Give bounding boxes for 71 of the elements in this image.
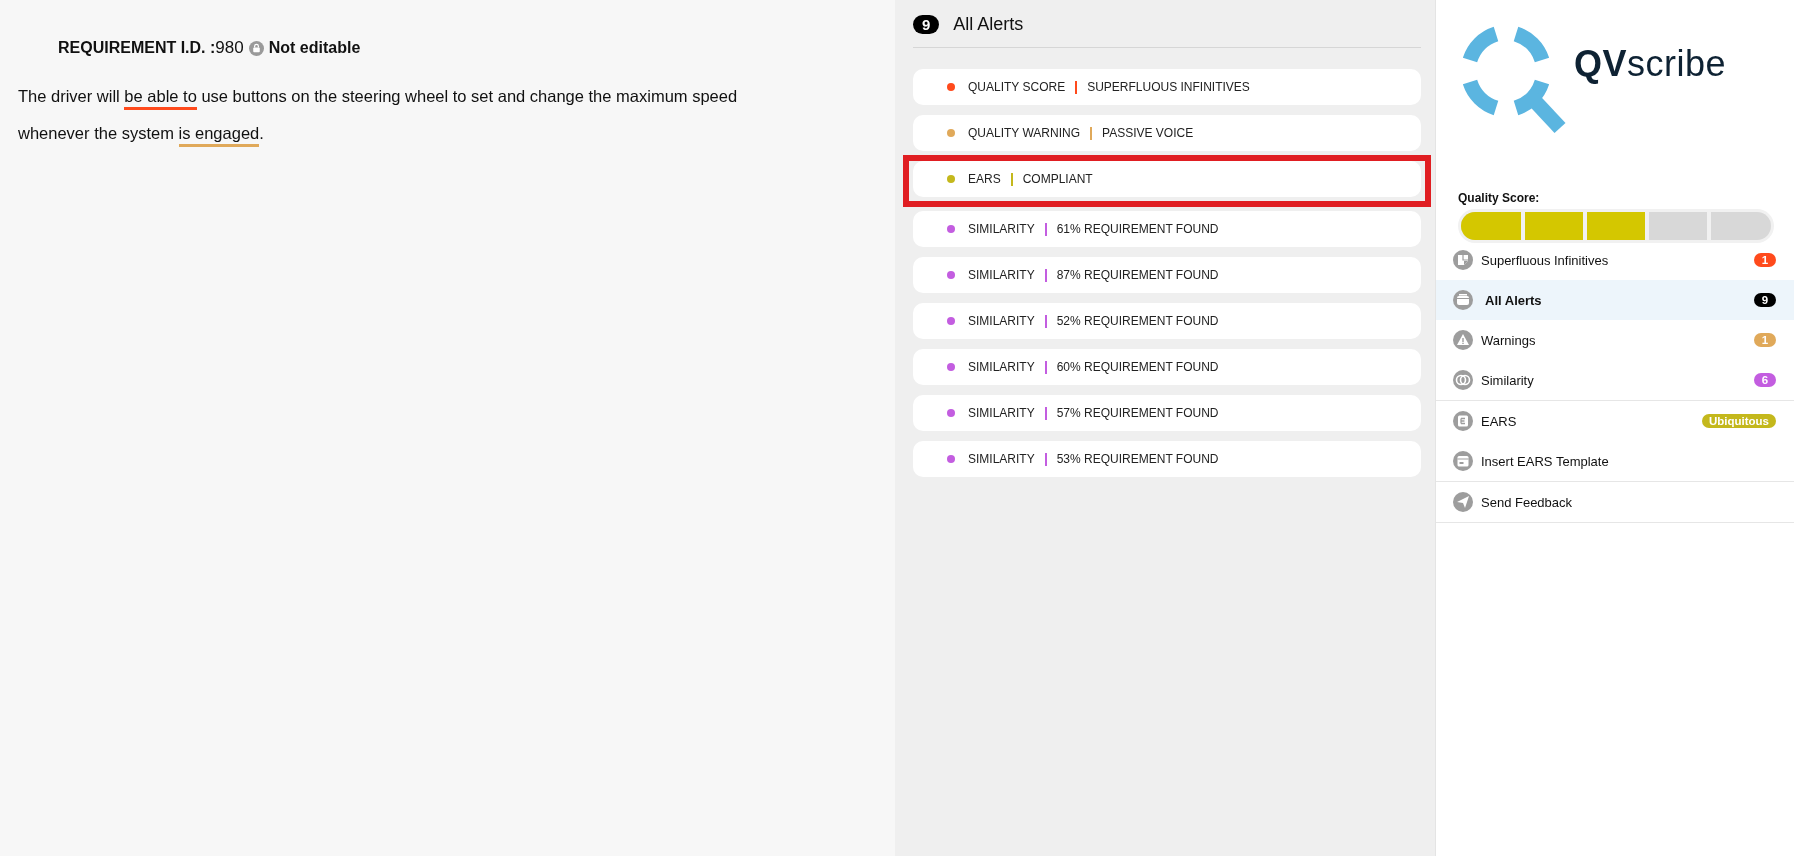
separator-bar — [1010, 172, 1013, 186]
separator-bar — [1090, 126, 1092, 140]
count-badge: 9 — [1754, 293, 1776, 307]
menu-item-label: Superfluous Infinitives — [1481, 252, 1610, 268]
menu-item-label: Insert EARS Template — [1481, 453, 1610, 469]
separator-bar — [1044, 314, 1047, 328]
separator-bar — [1044, 268, 1047, 282]
alert-detail: 60% REQUIREMENT FOUND — [1056, 360, 1219, 374]
lock-icon — [248, 40, 264, 56]
paper-plane-icon — [1453, 492, 1473, 512]
alert-card[interactable]: QUALITY SCORE SUPERFLUOUS INFINITIVES — [913, 69, 1421, 105]
menu-item[interactable]: Similarity 6 — [1436, 360, 1794, 400]
alert-detail: PASSIVE VOICE — [1102, 126, 1194, 140]
note-icon — [1453, 250, 1473, 270]
alert-detail: 61% REQUIREMENT FOUND — [1056, 222, 1219, 236]
separator-bar — [1044, 222, 1047, 236]
alert-detail: 57% REQUIREMENT FOUND — [1056, 406, 1219, 420]
alert-category: EARS — [968, 172, 1001, 186]
alert-category: SIMILARITY — [968, 314, 1035, 328]
menu-item-label: EARS — [1481, 413, 1518, 429]
alert-card[interactable]: SIMILARITY 52% REQUIREMENT FOUND — [913, 303, 1421, 339]
menu-item-label: Warnings — [1481, 332, 1537, 348]
alert-card[interactable]: SIMILARITY 87% REQUIREMENT FOUND — [913, 257, 1421, 293]
overlapping-circles-icon — [1453, 370, 1473, 390]
count-badge: 6 — [1754, 373, 1776, 387]
menu-item[interactable]: Superfluous Infinitives 1 — [1436, 240, 1794, 280]
quality-score-label: Quality Score: — [1458, 191, 1541, 205]
alert-detail: 52% REQUIREMENT FOUND — [1056, 314, 1219, 328]
alert-card[interactable]: SIMILARITY 61% REQUIREMENT FOUND — [913, 211, 1421, 247]
count-badge: 1 — [1754, 253, 1776, 267]
alert-category: SIMILARITY — [968, 452, 1035, 466]
tray-icon — [1453, 290, 1473, 310]
separator-bar — [1044, 406, 1047, 420]
alert-category: QUALITY SCORE — [968, 80, 1066, 94]
alert-category: SIMILARITY — [968, 406, 1035, 420]
separator-bar — [1044, 360, 1047, 374]
calendar-icon — [1453, 451, 1473, 471]
requirement-label: REQUIREMENT I.D. : — [58, 39, 216, 57]
menu-item[interactable]: Insert EARS Template — [1436, 441, 1794, 481]
menu-item[interactable]: Warnings 1 — [1436, 320, 1794, 360]
count-badge: 1 — [1754, 333, 1776, 347]
alert-card[interactable]: SIMILARITY 53% REQUIREMENT FOUND — [913, 441, 1421, 477]
menu-item-label: All Alerts — [1485, 292, 1543, 308]
alert-card[interactable]: EARS COMPLIANT — [913, 161, 1421, 197]
panel-title: All Alerts — [953, 14, 1024, 35]
separator-bar — [1044, 452, 1047, 466]
menu-item[interactable]: EARS Ubiquitous — [1436, 401, 1794, 441]
alert-count-badge: 9 — [913, 15, 940, 34]
menu-item[interactable]: Send Feedback — [1436, 482, 1794, 522]
alert-detail: COMPLIANT — [1022, 172, 1093, 186]
alert-category: SIMILARITY — [968, 360, 1035, 374]
logo-text: QVscribe — [1574, 42, 1727, 85]
alert-card[interactable]: QUALITY WARNING PASSIVE VOICE — [913, 115, 1421, 151]
alert-category: SIMILARITY — [968, 222, 1035, 236]
menu-item-label: Send Feedback — [1481, 494, 1574, 510]
requirement-id: 980 — [215, 38, 244, 58]
warning-icon — [1453, 330, 1473, 350]
alert-card[interactable]: SIMILARITY 60% REQUIREMENT FOUND — [913, 349, 1421, 385]
alert-detail: SUPERFLUOUS INFINITIVES — [1087, 80, 1250, 94]
not-editable-label: Not editable — [268, 39, 361, 57]
menu-item-label: Similarity — [1481, 372, 1535, 388]
letter-e-icon — [1453, 411, 1473, 431]
requirement-text: The driver will be able to use buttons on the steering wheel to set and change the maximum speed whenever the system is engaged. — [18, 78, 788, 152]
menu-item[interactable]: All Alerts 9 — [1436, 280, 1794, 320]
alert-category: QUALITY WARNING — [968, 126, 1080, 140]
alert-detail: 87% REQUIREMENT FOUND — [1056, 268, 1219, 282]
alert-card[interactable]: SIMILARITY 57% REQUIREMENT FOUND — [913, 395, 1421, 431]
alert-detail: 53% REQUIREMENT FOUND — [1056, 452, 1219, 466]
count-badge: Ubiquitous — [1701, 414, 1776, 428]
separator-bar — [1075, 80, 1078, 94]
alert-category: SIMILARITY — [968, 268, 1035, 282]
